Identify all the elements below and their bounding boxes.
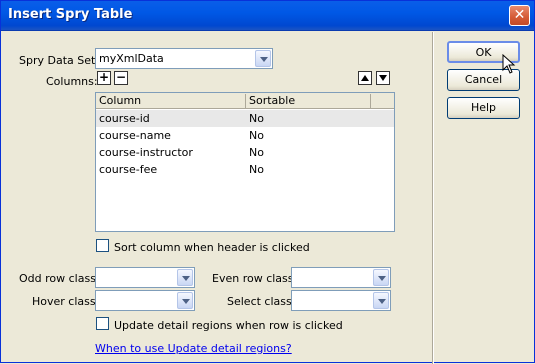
chevron-down-icon[interactable]: [373, 269, 389, 286]
hover-class-label: Hover class:: [32, 295, 100, 308]
table-row[interactable]: course-fee No: [96, 161, 394, 178]
arrow-up-icon: [361, 75, 369, 81]
columns-label: Columns:: [46, 75, 98, 88]
sortable-header[interactable]: Sortable: [246, 94, 371, 109]
data-set-select[interactable]: myXmlData: [95, 48, 273, 69]
column-name-cell: course-instructor: [99, 146, 193, 159]
select-class-select[interactable]: [291, 290, 391, 311]
table-header: Column Sortable: [96, 93, 394, 109]
mouse-cursor-icon: [502, 54, 516, 74]
sortable-cell: No: [249, 129, 264, 142]
chevron-down-icon[interactable]: [177, 269, 193, 286]
table-row[interactable]: course-name No: [96, 127, 394, 144]
update-detail-checkbox[interactable]: [96, 317, 109, 330]
data-set-value: myXmlData: [99, 52, 164, 65]
divider: [432, 32, 433, 364]
help-button[interactable]: Help: [447, 97, 520, 119]
close-icon: ✕: [513, 7, 526, 23]
sortable-cell: No: [249, 163, 264, 176]
select-class-label: Select class:: [227, 295, 296, 308]
table-row[interactable]: course-instructor No: [96, 144, 394, 161]
odd-row-select[interactable]: [95, 267, 195, 288]
add-column-button[interactable]: +: [97, 71, 111, 85]
help-link[interactable]: When to use Update detail regions?: [95, 342, 292, 355]
move-down-button[interactable]: [376, 71, 390, 85]
sort-header-label: Sort column when header is clicked: [114, 241, 310, 254]
column-name-cell: course-name: [99, 129, 171, 142]
chevron-down-icon[interactable]: [177, 292, 193, 309]
column-name-cell: course-fee: [99, 163, 158, 176]
move-up-button[interactable]: [358, 71, 372, 85]
dialog-title: Insert Spry Table: [8, 7, 133, 22]
even-row-select[interactable]: [291, 267, 391, 288]
minus-icon: −: [115, 70, 127, 84]
title-bar[interactable]: Insert Spry Table ✕: [1, 1, 534, 31]
plus-icon: +: [98, 70, 110, 84]
update-detail-label: Update detail regions when row is clicke…: [114, 319, 343, 332]
column-header[interactable]: Column: [96, 94, 246, 109]
chevron-down-icon[interactable]: [255, 50, 271, 67]
columns-table[interactable]: Column Sortable course-id No course-name…: [95, 92, 395, 232]
table-row[interactable]: course-id No: [96, 110, 394, 127]
sortable-cell: No: [249, 146, 264, 159]
arrow-down-icon: [379, 75, 387, 81]
remove-column-button[interactable]: −: [114, 71, 128, 85]
hover-class-select[interactable]: [95, 290, 195, 311]
sort-header-checkbox[interactable]: [96, 239, 109, 252]
column-name-cell: course-id: [99, 112, 150, 125]
data-set-label: Spry Data Set:: [19, 54, 100, 67]
chevron-down-icon[interactable]: [373, 292, 389, 309]
odd-row-label: Odd row class:: [19, 272, 100, 285]
dialog-window: Insert Spry Table ✕ Spry Data Set: myXml…: [0, 0, 535, 364]
close-button[interactable]: ✕: [509, 5, 530, 26]
even-row-label: Even row class:: [212, 272, 298, 285]
sortable-cell: No: [249, 112, 264, 125]
